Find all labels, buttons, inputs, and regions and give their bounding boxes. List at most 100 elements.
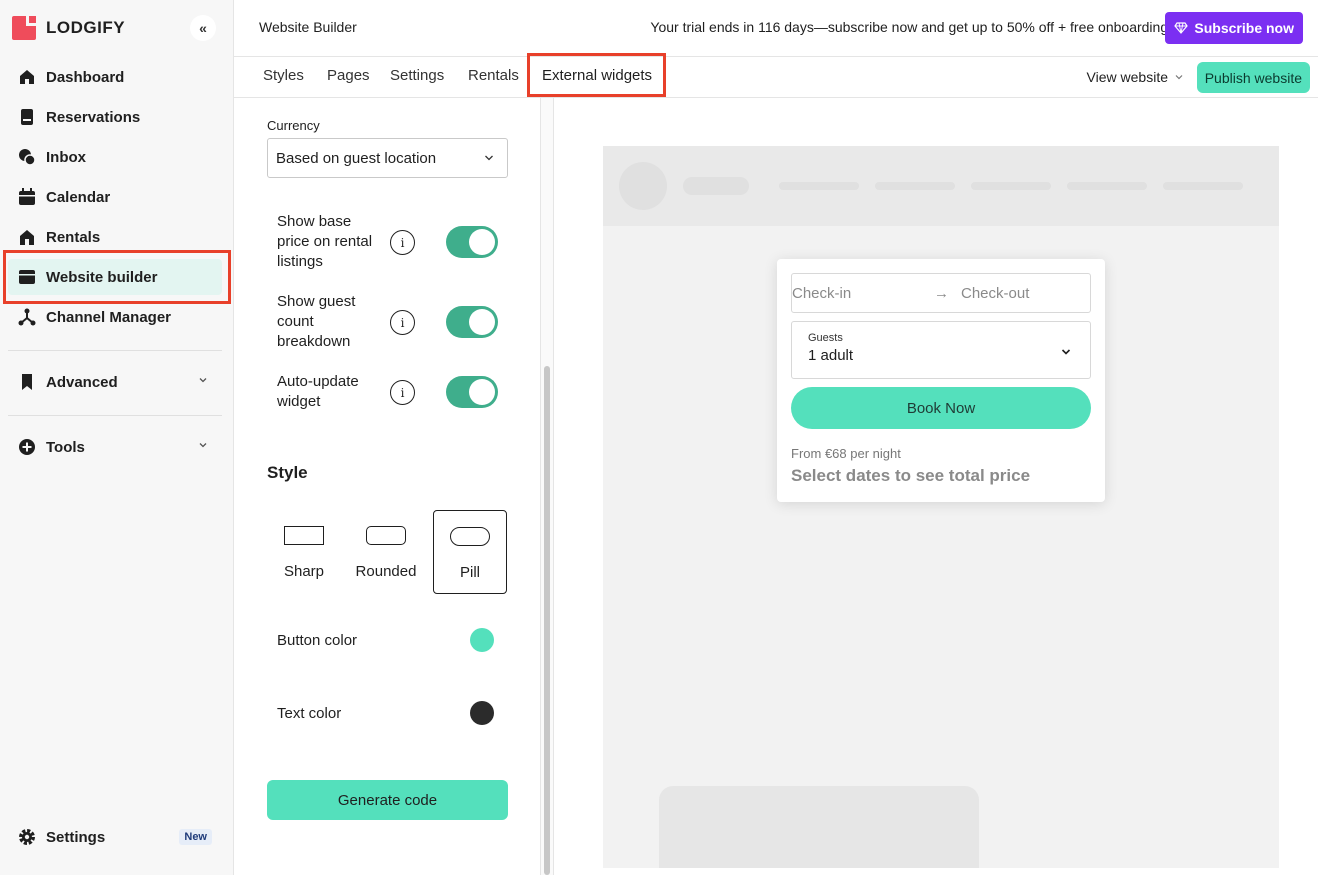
style-name: Sharp <box>283 563 325 580</box>
preview-area: Check-in → Check-out Guests 1 adult Book… <box>555 98 1318 875</box>
tab-pages[interactable]: Pages <box>327 67 370 84</box>
sidebar-item-label: Rentals <box>46 228 101 246</box>
diamond-icon <box>1174 22 1189 34</box>
style-option-sharp[interactable]: Sharp <box>267 510 341 594</box>
skeleton-line <box>779 182 859 190</box>
option-label-show-guest-count: Show guest count breakdown <box>277 293 356 350</box>
arrow-right-icon: → <box>934 285 949 302</box>
sidebar-item-rentals[interactable]: Rentals <box>8 219 222 255</box>
gear-icon <box>18 828 36 846</box>
sidebar-item-label: Advanced <box>46 373 118 391</box>
style-option-rounded[interactable]: Rounded <box>349 510 423 594</box>
preview-content-skeleton <box>659 786 979 868</box>
toggle-show-base-price[interactable] <box>446 226 498 258</box>
rounded-shape-icon <box>366 526 406 545</box>
tab-styles[interactable]: Styles <box>263 67 304 84</box>
date-range-picker[interactable]: Check-in → Check-out <box>791 273 1091 313</box>
network-icon <box>18 308 36 326</box>
text-color-swatch[interactable] <box>470 701 494 725</box>
info-icon[interactable]: i <box>390 380 415 405</box>
chevron-down-icon <box>483 152 495 164</box>
new-badge: New <box>179 829 212 845</box>
brand-name: LODGIFY <box>46 18 126 37</box>
currency-label: Currency <box>267 118 320 133</box>
info-icon[interactable]: i <box>390 230 415 255</box>
top-bar: Website Builder Your trial ends in 116 d… <box>234 0 1318 57</box>
sidebar: LODGIFY « Dashboard Reservations Inbox C… <box>0 0 234 875</box>
currency-select[interactable]: Based on guest location <box>267 138 508 178</box>
subscribe-label: Subscribe now <box>1194 20 1294 36</box>
house-icon <box>18 228 36 246</box>
guests-label: Guests <box>808 332 843 344</box>
chevron-down-icon <box>1174 72 1184 82</box>
button-color-label: Button color <box>277 632 358 649</box>
button-color-swatch[interactable] <box>470 628 494 652</box>
sidebar-item-advanced[interactable]: Advanced <box>8 364 222 400</box>
option-label-auto-update: Auto-update widget <box>277 373 359 410</box>
toggle-auto-update[interactable] <box>446 376 498 408</box>
checkout-placeholder: Check-out <box>961 285 1030 302</box>
sidebar-item-tools[interactable]: Tools <box>8 429 222 465</box>
view-website-label: View website <box>1086 69 1168 85</box>
calendar-icon <box>18 188 36 206</box>
skeleton-line <box>1163 182 1243 190</box>
toggle-show-guest-count[interactable] <box>446 306 498 338</box>
preview-header-skeleton <box>603 146 1279 226</box>
tab-rentals[interactable]: Rentals <box>468 67 519 84</box>
double-chevron-left-icon: « <box>199 20 207 36</box>
currency-value: Based on guest location <box>276 149 437 167</box>
text-color-label: Text color <box>277 705 342 722</box>
skeleton-avatar <box>619 162 667 210</box>
book-now-button[interactable]: Book Now <box>791 387 1091 429</box>
chevron-down-icon <box>198 440 208 450</box>
guests-select[interactable]: Guests 1 adult <box>791 321 1091 379</box>
website-preview: Check-in → Check-out Guests 1 adult Book… <box>603 146 1279 868</box>
generate-code-button[interactable]: Generate code <box>267 780 508 820</box>
sidebar-item-label: Channel Manager <box>46 308 172 326</box>
view-website-dropdown[interactable]: View website <box>1087 69 1184 85</box>
chevron-down-icon <box>198 375 208 385</box>
chat-icon <box>18 148 36 166</box>
chevron-down-icon <box>1060 346 1072 358</box>
tab-external-widgets[interactable]: External widgets <box>542 67 652 84</box>
sidebar-item-calendar[interactable]: Calendar <box>8 179 222 215</box>
collapse-sidebar-button[interactable]: « <box>190 15 216 41</box>
sidebar-item-label: Settings <box>46 828 106 846</box>
style-option-pill[interactable]: Pill <box>433 510 507 594</box>
sidebar-item-label: Reservations <box>46 108 141 126</box>
skeleton-line <box>1067 182 1147 190</box>
from-price-text: From €68 per night <box>791 446 901 461</box>
page-title: Website Builder <box>259 19 357 35</box>
select-dates-text: Select dates to see total price <box>791 466 1031 485</box>
sidebar-item-website-builder[interactable]: Website builder <box>8 259 222 295</box>
style-name: Rounded <box>355 563 417 580</box>
style-heading: Style <box>267 463 308 482</box>
sharp-shape-icon <box>284 526 324 545</box>
bookmark-icon <box>18 373 36 391</box>
tab-settings[interactable]: Settings <box>390 67 444 84</box>
widget-settings-panel: Currency Based on guest location Show ba… <box>234 98 541 875</box>
guests-value: 1 adult <box>808 347 854 364</box>
publish-website-button[interactable]: Publish website <box>1196 62 1310 93</box>
plus-circle-icon <box>18 438 36 456</box>
sidebar-item-dashboard[interactable]: Dashboard <box>8 59 222 95</box>
sidebar-item-settings[interactable]: Settings New <box>8 819 222 855</box>
trial-banner-text: Your trial ends in 116 days—subscribe no… <box>650 19 1172 35</box>
lodgify-logo-icon <box>12 16 36 40</box>
sidebar-item-label: Calendar <box>46 188 111 206</box>
checkin-placeholder: Check-in <box>792 285 852 302</box>
sidebar-item-inbox[interactable]: Inbox <box>8 139 222 175</box>
booking-widget: Check-in → Check-out Guests 1 adult Book… <box>777 259 1105 502</box>
skeleton-pill <box>683 177 749 195</box>
style-name: Pill <box>459 564 480 581</box>
info-icon[interactable]: i <box>390 310 415 335</box>
lodgify-logo[interactable]: LODGIFY <box>12 16 125 40</box>
subscribe-now-button[interactable]: Subscribe now <box>1165 12 1303 44</box>
panel-scrollbar-thumb[interactable] <box>544 366 550 875</box>
sidebar-item-channel-manager[interactable]: Channel Manager <box>8 299 222 335</box>
sidebar-item-label: Tools <box>46 438 85 456</box>
sidebar-item-label: Dashboard <box>46 68 125 86</box>
sidebar-item-reservations[interactable]: Reservations <box>8 99 222 135</box>
home-icon <box>18 68 36 86</box>
tabs-bar: Styles Pages Settings Rentals External w… <box>234 57 1318 98</box>
